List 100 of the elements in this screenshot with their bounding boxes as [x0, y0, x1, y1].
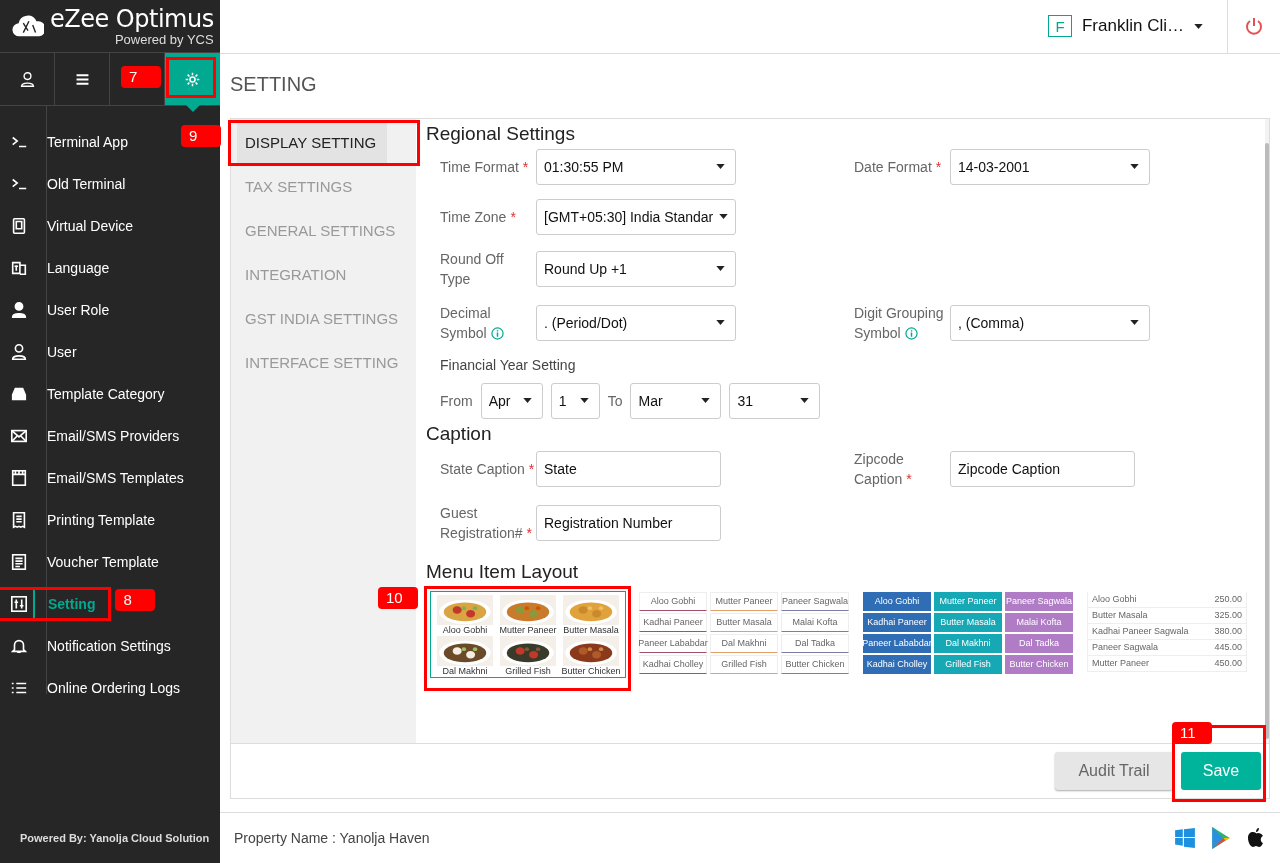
tablet-icon — [10, 217, 28, 235]
menu-item-tile: Paneer Lababdar — [863, 633, 931, 653]
receipt-icon — [10, 511, 28, 529]
audit-trail-button[interactable]: Audit Trail — [1055, 752, 1173, 791]
caret-icon — [1130, 164, 1139, 170]
sidebar-item[interactable]: Virtual Device — [0, 211, 146, 241]
person-icon — [10, 301, 28, 319]
caret-icon — [800, 398, 810, 404]
fruit-icon[interactable] — [1246, 827, 1266, 850]
menu-item-tile: Butter Chicken — [1005, 654, 1073, 674]
menu-item-tile: Mutter Paneer — [710, 591, 778, 611]
menu-item-label: Butter Chicken — [561, 665, 621, 677]
text-field[interactable]: Registration Number — [536, 504, 721, 541]
four-pane-icon[interactable] — [1174, 827, 1196, 850]
user-icon — [10, 343, 28, 361]
scrollbar[interactable] — [1265, 118, 1269, 744]
sidebar-item[interactable]: Template Category — [0, 379, 177, 409]
sidebar-item[interactable]: Language — [0, 253, 122, 283]
section-title: Menu Item Layout — [426, 560, 580, 583]
menu-item-tile: Paneer Sagwala — [781, 591, 849, 611]
sidebar-item[interactable]: Terminal App — [0, 127, 140, 157]
brand-name: eZee Optimus — [50, 6, 214, 31]
layout-option[interactable]: Aloo Gobhi Mutter Paneer Paneer Sagwala Kadhai Paneer Butter Masala Malai Kofta Paneer Lababdar Dal Makhni Dal Tadka Kadhai Cholley Grilled Fish Butter Chicken — [638, 590, 850, 675]
logo-icon — [12, 13, 44, 39]
caret-icon — [716, 164, 725, 170]
caret-icon — [522, 398, 532, 404]
sidebar-item[interactable]: Email/SMS Providers — [0, 421, 192, 451]
menu-item-tile: Butter Masala — [710, 612, 778, 632]
caret-icon — [719, 214, 729, 220]
brand-tagline: Powered by YCS — [114, 32, 214, 46]
sidebar-item[interactable]: Voucher Template — [0, 547, 171, 577]
callout-badge: 9 — [181, 124, 221, 147]
page-title: SETTING — [229, 72, 318, 98]
menu-item-tile: Mutter Paneer — [934, 591, 1002, 611]
menu-item-tile: Kadhai Paneer — [863, 612, 931, 632]
dropdown[interactable]: 1 — [550, 382, 600, 419]
dropdown[interactable]: 14-03-2001 — [950, 148, 1150, 185]
menu-item-tile: Dal Tadka — [781, 633, 849, 653]
caret-icon — [701, 398, 711, 404]
caret-icon — [579, 398, 589, 404]
dropdown[interactable]: Mar — [630, 382, 722, 419]
menu-item-tile: Aloo Gobhi — [639, 591, 707, 611]
info-icon[interactable] — [904, 326, 918, 340]
menu-item-tile: Aloo Gobhi — [863, 591, 931, 611]
play-triangle-icon[interactable] — [1210, 826, 1232, 851]
callout-frame — [166, 57, 216, 98]
menu-item-label: Butter Masala — [563, 624, 619, 636]
text-field[interactable]: State — [536, 450, 721, 487]
menu-item-tile: Grilled Fish — [710, 654, 778, 674]
sidebar-item[interactable]: Old Terminal — [0, 169, 138, 199]
dropdown[interactable]: 31 — [729, 382, 821, 419]
field-label: Time Zone * — [440, 207, 517, 227]
menu-item-label: Mutter Paneer — [499, 624, 557, 636]
callout-badge: 8 — [115, 589, 156, 611]
menu-item-label: Grilled Fish — [505, 665, 551, 677]
sidebar-item[interactable]: Notification Settings — [0, 631, 183, 661]
sidebar-item[interactable]: Email/SMS Templates — [0, 463, 196, 493]
caret-icon — [716, 320, 725, 326]
sidebar-item[interactable]: User Role — [0, 295, 122, 325]
film-icon — [10, 469, 28, 487]
dropdown[interactable]: , (Comma) — [950, 304, 1150, 341]
menu-item-tile: Malai Kofta — [1005, 612, 1073, 632]
menu-item-label: Dal Makhni — [442, 665, 488, 677]
field-label: Digit Grouping Symbol — [854, 303, 945, 343]
info-icon[interactable] — [490, 326, 504, 340]
property-name: Property Name : Yanolja Haven — [234, 830, 430, 847]
layout-option[interactable]: Aloo Gobhi Mutter Paneer Butter Masala Dal Makhni Grilled Fish Butter Chicken — [430, 590, 626, 678]
user-menu[interactable]: F Franklin Cli… — [1047, 0, 1227, 53]
sidebar-item[interactable]: Online Ordering Logs — [0, 673, 193, 703]
layout-option[interactable]: Aloo Gobhi Mutter Paneer Paneer Sagwala Kadhai Paneer Butter Masala Malai Kofta Paneer Lababdar Dal Makhni Dal Tadka Kadhai Cholley Grilled Fish Butter Chicken — [862, 590, 1074, 675]
section-title: Caption — [426, 422, 493, 445]
dropdown[interactable]: 01:30:55 PM — [536, 148, 736, 185]
menu-item-tile: Butter Masala — [934, 612, 1002, 632]
dropdown[interactable]: Round Up +1 — [536, 250, 736, 287]
menu-item-tile: Grilled Fish — [934, 654, 1002, 674]
footer-text: Powered By: Yanolja Cloud Solution — [19, 831, 211, 846]
sidebar-item[interactable]: Setting — [0, 589, 108, 619]
sidebar-item[interactable]: User — [0, 337, 89, 367]
menu-item-label: Aloo Gobhi — [442, 624, 488, 636]
menu-item-label: Aloo Gobhi — [1092, 594, 1137, 605]
dropdown[interactable]: . (Period/Dot) — [536, 304, 736, 341]
menu-item-tile: Dal Makhni — [710, 633, 778, 653]
text-field[interactable]: Zipcode Caption — [950, 450, 1135, 487]
menu-item-tile: Kadhai Paneer — [639, 612, 707, 632]
dropdown[interactable]: Apr — [480, 382, 543, 419]
dropdown[interactable]: [GMT+05:30] India Standar — [536, 198, 736, 235]
menu-item-tile: Kadhai Cholley — [639, 654, 707, 674]
menu-item-tile: Dal Tadka — [1005, 633, 1073, 653]
layout-option[interactable]: Aloo Gobhi 250.00 Butter Masala 325.00 Kadhai Paneer Sagwala 380.00 Paneer Sagwala 445.00 Mutter Paneer 450.00 — [1086, 590, 1248, 673]
field-label: Financial Year Setting — [440, 356, 577, 373]
field-label: Time Format * — [440, 157, 530, 177]
caret-icon — [1130, 320, 1139, 326]
price: 250.00 — [1214, 594, 1242, 605]
tab[interactable]: DISPLAY SETTING — [237, 122, 387, 163]
bell-icon — [10, 637, 28, 655]
callout-badge: 11 — [1172, 722, 1212, 745]
sidebar-item[interactable]: Printing Template — [0, 505, 167, 535]
envelope-icon — [10, 427, 28, 445]
field-label: Round Off Type — [440, 249, 505, 289]
menu-item-label: Paneer Sagwala — [1092, 642, 1159, 653]
